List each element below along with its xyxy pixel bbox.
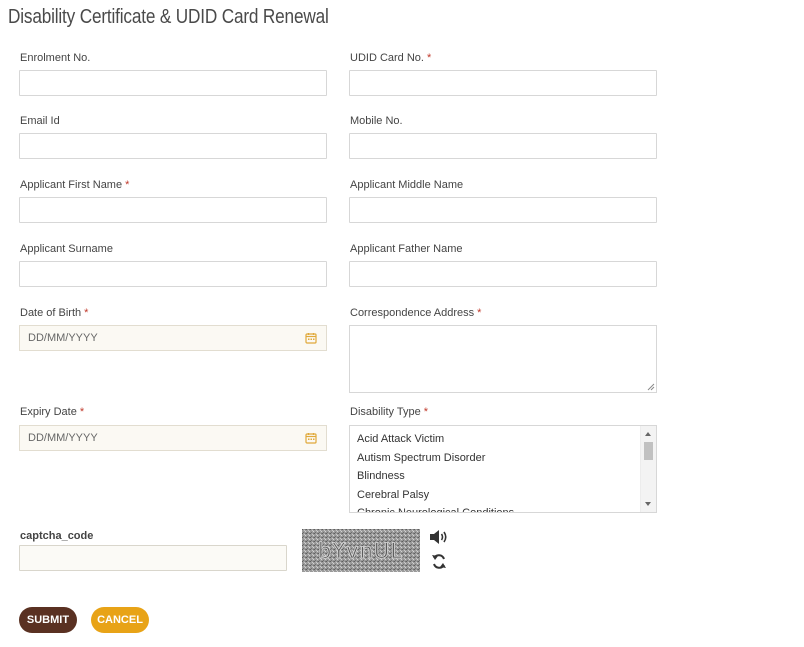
first-name-label: Applicant First Name * [20, 179, 130, 191]
cancel-button[interactable]: CANCEL [91, 607, 149, 633]
address-textarea[interactable] [349, 325, 657, 393]
scroll-down-icon[interactable] [645, 502, 651, 506]
dob-placeholder: DD/MM/YYYY [28, 332, 98, 344]
required-mark: * [79, 406, 85, 418]
captcha-input[interactable] [19, 545, 287, 571]
captcha-text: bYvnUL [318, 539, 403, 563]
calendar-icon[interactable] [305, 432, 317, 444]
first-name-input[interactable] [19, 197, 327, 223]
refresh-icon[interactable] [431, 553, 447, 570]
scroll-up-icon[interactable] [645, 432, 651, 436]
disability-option[interactable]: Acid Attack Victim [350, 430, 656, 449]
father-name-input[interactable] [349, 261, 657, 287]
captcha-image: bYvnUL [302, 529, 420, 572]
enrolment-input[interactable] [19, 70, 327, 96]
surname-label: Applicant Surname [20, 243, 113, 255]
calendar-icon[interactable] [305, 332, 317, 344]
surname-input[interactable] [19, 261, 327, 287]
father-name-label: Applicant Father Name [350, 243, 463, 255]
udid-input[interactable] [349, 70, 657, 96]
dob-input[interactable]: DD/MM/YYYY [19, 325, 327, 351]
middle-name-label: Applicant Middle Name [350, 179, 464, 191]
expiry-input[interactable]: DD/MM/YYYY [19, 425, 327, 451]
disability-option[interactable]: Autism Spectrum Disorder [350, 449, 656, 468]
submit-button[interactable]: SUBMIT [19, 607, 77, 633]
mobile-input[interactable] [349, 133, 657, 159]
middle-name-input[interactable] [349, 197, 657, 223]
disability-label: Disability Type * [350, 406, 428, 418]
expiry-label: Expiry Date * [20, 406, 85, 418]
enrolment-label: Enrolment No. [20, 52, 91, 64]
mobile-label: Mobile No. [350, 115, 403, 127]
disability-option[interactable]: Blindness [350, 467, 656, 486]
expiry-placeholder: DD/MM/YYYY [28, 432, 98, 444]
captcha-label: captcha_code [20, 530, 94, 542]
required-mark: * [84, 307, 89, 319]
resize-grip-icon[interactable] [647, 383, 655, 391]
speaker-icon[interactable] [429, 529, 449, 545]
udid-label: UDID Card No. * [350, 52, 432, 64]
required-mark: * [423, 406, 428, 418]
disability-listbox[interactable]: Acid Attack Victim Autism Spectrum Disor… [349, 425, 657, 513]
required-mark: * [477, 307, 482, 319]
listbox-scrollbar[interactable] [640, 426, 656, 512]
disability-option[interactable]: Cerebral Palsy [350, 486, 656, 505]
required-mark: * [426, 52, 432, 64]
dob-label: Date of Birth * [20, 307, 89, 319]
required-mark: * [125, 179, 130, 191]
email-label: Email Id [20, 115, 60, 127]
disability-option[interactable]: Chronic Neurological Conditions [350, 504, 656, 512]
address-label: Correspondence Address * [350, 307, 482, 319]
scroll-thumb[interactable] [644, 442, 653, 460]
page-title: Disability Certificate & UDID Card Renew… [8, 6, 329, 28]
email-input[interactable] [19, 133, 327, 159]
